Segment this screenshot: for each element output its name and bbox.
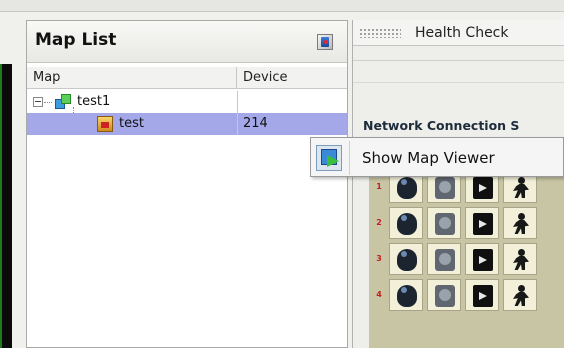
camera-icon bbox=[397, 285, 417, 307]
video-icon bbox=[473, 177, 493, 199]
column-divider bbox=[237, 113, 238, 135]
collapse-icon[interactable] bbox=[33, 97, 43, 107]
tree-label: test bbox=[119, 116, 144, 131]
context-menu: Show Map Viewer bbox=[310, 137, 564, 177]
grid-cell[interactable] bbox=[389, 207, 423, 239]
row-number: 2 bbox=[376, 218, 382, 227]
motion-icon bbox=[511, 285, 531, 307]
health-check-panel: Health Check Network Connection S 1 2 3 bbox=[352, 20, 564, 348]
health-grid: 1 2 3 4 bbox=[369, 165, 564, 348]
video-icon bbox=[473, 285, 493, 307]
disk-icon bbox=[435, 213, 455, 235]
grid-cell[interactable] bbox=[465, 207, 499, 239]
grid-cell[interactable] bbox=[503, 243, 537, 275]
grid-cell[interactable] bbox=[503, 207, 537, 239]
left-status-bar bbox=[0, 64, 12, 348]
disk-icon bbox=[435, 177, 455, 199]
row-number: 3 bbox=[376, 254, 382, 263]
grid-row: 2 bbox=[369, 205, 564, 241]
show-map-viewer-icon bbox=[316, 145, 342, 171]
divider bbox=[353, 60, 564, 68]
tab-bar: Health Check bbox=[353, 20, 564, 46]
app-window: Map List Map Device test1 test 214 Healt… bbox=[0, 0, 564, 348]
map-icon bbox=[97, 116, 113, 132]
map-list-panel: Map List Map Device test1 test 214 bbox=[26, 20, 348, 348]
tree-line bbox=[44, 102, 52, 103]
column-divider bbox=[237, 91, 238, 113]
tree-label: test1 bbox=[77, 94, 111, 109]
grid-cell[interactable] bbox=[427, 243, 461, 275]
video-icon bbox=[473, 249, 493, 271]
tree-row-test1[interactable]: test1 bbox=[27, 91, 347, 113]
camera-icon bbox=[397, 213, 417, 235]
divider bbox=[353, 82, 564, 84]
grid-row: 3 bbox=[369, 241, 564, 277]
column-header: Map Device bbox=[27, 67, 347, 89]
grid-cell[interactable] bbox=[427, 207, 461, 239]
section-title: Network Connection S bbox=[363, 118, 520, 133]
map-group-icon bbox=[55, 94, 71, 110]
map-list-title: Map List bbox=[35, 30, 117, 50]
map-list-header: Map List bbox=[27, 21, 347, 63]
tree-row-test[interactable]: test 214 bbox=[27, 113, 347, 135]
map-viewer-icon[interactable] bbox=[317, 34, 333, 50]
menu-item-label: Show Map Viewer bbox=[362, 149, 495, 167]
motion-icon bbox=[511, 249, 531, 271]
video-icon bbox=[473, 213, 493, 235]
motion-icon bbox=[511, 177, 531, 199]
column-header-map[interactable]: Map bbox=[27, 67, 237, 89]
grid-cell[interactable] bbox=[389, 279, 423, 311]
motion-icon bbox=[511, 213, 531, 235]
drag-grip-icon[interactable] bbox=[359, 28, 401, 38]
menu-item-show-map-viewer[interactable]: Show Map Viewer bbox=[312, 139, 564, 175]
grid-cell[interactable] bbox=[465, 279, 499, 311]
device-count: 214 bbox=[243, 116, 268, 131]
disk-icon bbox=[435, 285, 455, 307]
column-header-device[interactable]: Device bbox=[237, 67, 347, 89]
grid-cell[interactable] bbox=[389, 243, 423, 275]
tab-health-check[interactable]: Health Check bbox=[415, 25, 509, 41]
grid-cell[interactable] bbox=[427, 279, 461, 311]
row-number: 4 bbox=[376, 290, 382, 299]
menu-separator bbox=[349, 141, 350, 175]
camera-icon bbox=[397, 177, 417, 199]
top-strip bbox=[0, 0, 564, 12]
disk-icon bbox=[435, 249, 455, 271]
grid-cell[interactable] bbox=[465, 243, 499, 275]
grid-cell[interactable] bbox=[503, 279, 537, 311]
camera-icon bbox=[397, 249, 417, 271]
grid-row: 4 bbox=[369, 277, 564, 313]
